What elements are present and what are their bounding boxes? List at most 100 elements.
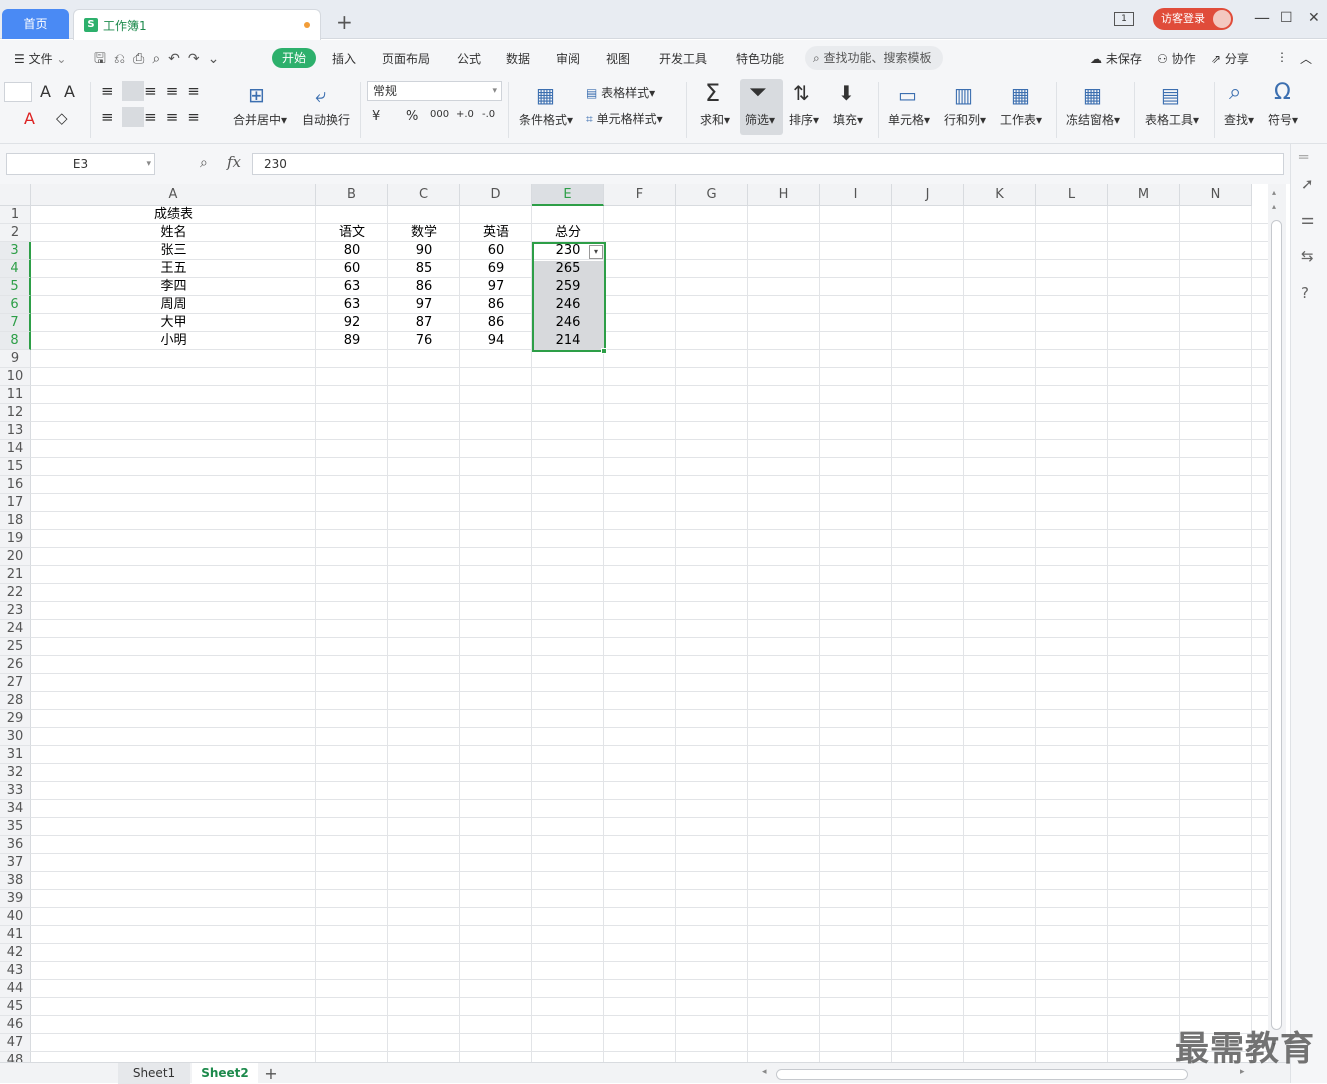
name-cell[interactable]: 李四	[31, 278, 316, 296]
name-box[interactable]: E3 ▾	[6, 153, 155, 175]
menu-item-review[interactable]: 审阅	[556, 50, 580, 67]
menu-item-page-layout[interactable]: 页面布局	[382, 50, 430, 67]
row-header-20[interactable]: 20	[0, 548, 31, 566]
menu-item-start[interactable]: 开始	[272, 48, 316, 68]
column-header-F[interactable]: F	[604, 184, 676, 206]
unsaved-button[interactable]: ☁ 未保存	[1090, 50, 1142, 67]
row-header-10[interactable]: 10	[0, 368, 31, 386]
spreadsheet-grid[interactable]: A B C D E F G H I J K L M N 1 2 3 4 5 6 7 8 9 10 11 12 13 14 15 16 17 1…	[0, 184, 1268, 1062]
collapse-ribbon-icon[interactable]: ︿	[1300, 50, 1312, 67]
row-header-34[interactable]: 34	[0, 800, 31, 818]
score-cell[interactable]: 90	[388, 242, 460, 260]
column-header-N[interactable]: N	[1180, 184, 1252, 206]
row-header-48[interactable]: 48	[0, 1052, 31, 1062]
filter-dropdown-icon[interactable]: ▾	[589, 245, 603, 259]
collaborate-button[interactable]: ⚇ 协作	[1157, 50, 1196, 67]
reader-mode-icon[interactable]: 1	[1114, 12, 1134, 26]
column-header-J[interactable]: J	[892, 184, 964, 206]
score-cell[interactable]: 60	[460, 242, 532, 260]
function-icon[interactable]: fx	[227, 153, 241, 171]
table-tools-button[interactable]: 表格工具▾	[1145, 111, 1199, 128]
menu-item-formula[interactable]: 公式	[457, 50, 481, 67]
score-cell[interactable]: 63	[316, 278, 388, 296]
layout-icon[interactable]: ⇆	[1301, 247, 1314, 265]
select-all-corner[interactable]	[0, 184, 31, 206]
row-header-3[interactable]: 3	[0, 242, 31, 260]
row-header-41[interactable]: 41	[0, 926, 31, 944]
row-header-6[interactable]: 6	[0, 296, 31, 314]
formula-input[interactable]: 230	[252, 153, 1284, 175]
row-header-12[interactable]: 12	[0, 404, 31, 422]
column-header-D[interactable]: D	[460, 184, 532, 206]
row-header-22[interactable]: 22	[0, 584, 31, 602]
filter-button[interactable]: 筛选▾	[745, 111, 775, 128]
row-header-39[interactable]: 39	[0, 890, 31, 908]
row-header-33[interactable]: 33	[0, 782, 31, 800]
row-header-8[interactable]: 8	[0, 332, 31, 350]
column-header-K[interactable]: K	[964, 184, 1036, 206]
row-header-19[interactable]: 19	[0, 530, 31, 548]
score-cell[interactable]: 60	[316, 260, 388, 278]
name-cell[interactable]: 王五	[31, 260, 316, 278]
maximize-button[interactable]: ☐	[1280, 8, 1293, 28]
row-header-42[interactable]: 42	[0, 944, 31, 962]
currency-button[interactable]: ¥	[372, 109, 380, 124]
row-header-13[interactable]: 13	[0, 422, 31, 440]
score-cell[interactable]: 76	[388, 332, 460, 350]
score-cell[interactable]: 92	[316, 314, 388, 332]
row-header-36[interactable]: 36	[0, 836, 31, 854]
symbol-button[interactable]: 符号▾	[1268, 111, 1298, 128]
row-header-1[interactable]: 1	[0, 206, 31, 224]
row-header-4[interactable]: 4	[0, 260, 31, 278]
score-cell[interactable]: 87	[388, 314, 460, 332]
horizontal-scrollbar[interactable]	[776, 1069, 1188, 1080]
row-header-26[interactable]: 26	[0, 656, 31, 674]
find-button[interactable]: 查找▾	[1224, 111, 1254, 128]
row-header-16[interactable]: 16	[0, 476, 31, 494]
header-cell[interactable]: 语文	[316, 224, 388, 242]
new-tab-button[interactable]: +	[336, 12, 353, 32]
score-cell[interactable]: 85	[388, 260, 460, 278]
increase-decimal-button[interactable]: +.0	[456, 109, 474, 120]
scroll-left-icon[interactable]: ◂	[762, 1067, 767, 1077]
fill-handle[interactable]	[601, 348, 607, 354]
row-header-37[interactable]: 37	[0, 854, 31, 872]
menu-item-data[interactable]: 数据	[506, 50, 530, 67]
row-header-31[interactable]: 31	[0, 746, 31, 764]
row-header-2[interactable]: 2	[0, 224, 31, 242]
row-header-15[interactable]: 15	[0, 458, 31, 476]
close-button[interactable]: ✕	[1308, 8, 1320, 28]
score-cell[interactable]: 86	[460, 314, 532, 332]
align-horizontal-icons[interactable]: ≡≡≡≡≡	[101, 108, 209, 126]
row-header-44[interactable]: 44	[0, 980, 31, 998]
quick-access-icons[interactable]: 🖫⎌⎙⌕↶↷⌄	[94, 48, 227, 72]
column-header-G[interactable]: G	[676, 184, 748, 206]
menu-item-view[interactable]: 视图	[606, 50, 630, 67]
score-cell[interactable]: 97	[460, 278, 532, 296]
minimize-button[interactable]: —	[1254, 8, 1270, 28]
row-header-45[interactable]: 45	[0, 998, 31, 1016]
font-shrink-icon[interactable]: A	[64, 82, 75, 101]
sheet-tab-1[interactable]: Sheet1	[118, 1063, 190, 1084]
cursor-icon[interactable]: ➚	[1301, 175, 1314, 193]
freeze-panes-button[interactable]: 冻结窗格▾	[1066, 111, 1120, 128]
header-cell[interactable]: 英语	[460, 224, 532, 242]
cell-button[interactable]: 单元格▾	[888, 111, 930, 128]
thousands-button[interactable]: 000	[430, 109, 449, 120]
font-size-select[interactable]	[4, 82, 32, 102]
row-header-9[interactable]: 9	[0, 350, 31, 368]
row-header-7[interactable]: 7	[0, 314, 31, 332]
score-cell[interactable]: 63	[316, 296, 388, 314]
eraser-icon[interactable]: ◇	[56, 109, 68, 127]
column-header-M[interactable]: M	[1108, 184, 1180, 206]
menu-item-insert[interactable]: 插入	[332, 50, 356, 67]
name-cell[interactable]: 大甲	[31, 314, 316, 332]
row-header-32[interactable]: 32	[0, 764, 31, 782]
row-header-30[interactable]: 30	[0, 728, 31, 746]
fill-button[interactable]: 填充▾	[833, 111, 863, 128]
settings-icon[interactable]: ⚌	[1301, 210, 1314, 228]
row-col-button[interactable]: 行和列▾	[944, 111, 986, 128]
score-cell[interactable]: 97	[388, 296, 460, 314]
column-header-A[interactable]: A	[31, 184, 316, 206]
row-header-47[interactable]: 47	[0, 1034, 31, 1052]
